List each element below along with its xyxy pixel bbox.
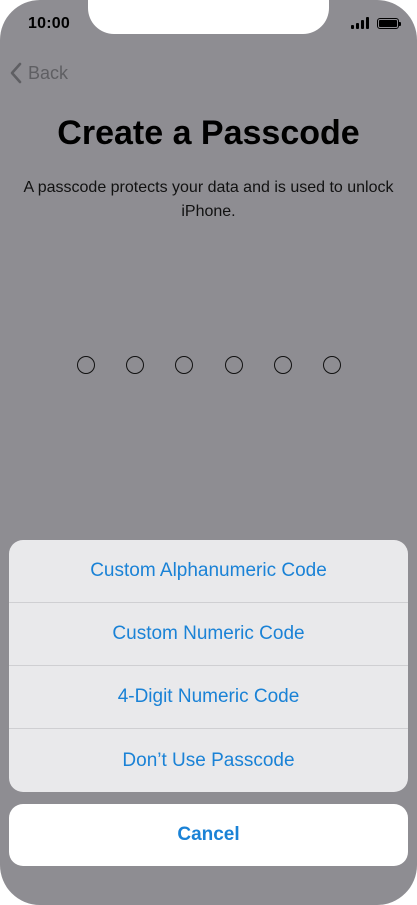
option-custom-numeric-code[interactable]: Custom Numeric Code: [9, 603, 408, 666]
option-custom-alphanumeric-code[interactable]: Custom Alphanumeric Code: [9, 540, 408, 603]
page-subtitle: A passcode protects your data and is use…: [23, 179, 394, 220]
passcode-dot: [126, 356, 145, 374]
passcode-dot: [224, 356, 243, 374]
status-icons: [351, 17, 401, 29]
back-button[interactable]: Back: [10, 62, 68, 84]
passcode-options-sheet: Custom Alphanumeric Code Custom Numeric …: [9, 540, 408, 792]
status-time: 10:00: [28, 15, 70, 32]
passcode-dot: [322, 356, 341, 374]
passcode-dots: [77, 356, 341, 374]
option-dont-use-passcode[interactable]: Don’t Use Passcode: [9, 729, 408, 792]
cancel-button[interactable]: Cancel: [9, 804, 408, 866]
page-title: Create a Passcode: [57, 114, 360, 152]
chevron-left-icon: [10, 62, 22, 84]
passcode-dot: [175, 356, 194, 374]
passcode-dot: [77, 356, 95, 374]
cellular-signal-icon: [351, 17, 369, 29]
battery-icon: [377, 17, 401, 29]
passcode-dot: [273, 356, 292, 374]
device-notch: [88, 0, 329, 34]
option-4-digit-numeric-code[interactable]: 4-Digit Numeric Code: [9, 666, 408, 729]
back-label: Back: [28, 62, 69, 83]
phone-screen: 10:00 Back Create a Passcode A passcode …: [0, 0, 417, 905]
